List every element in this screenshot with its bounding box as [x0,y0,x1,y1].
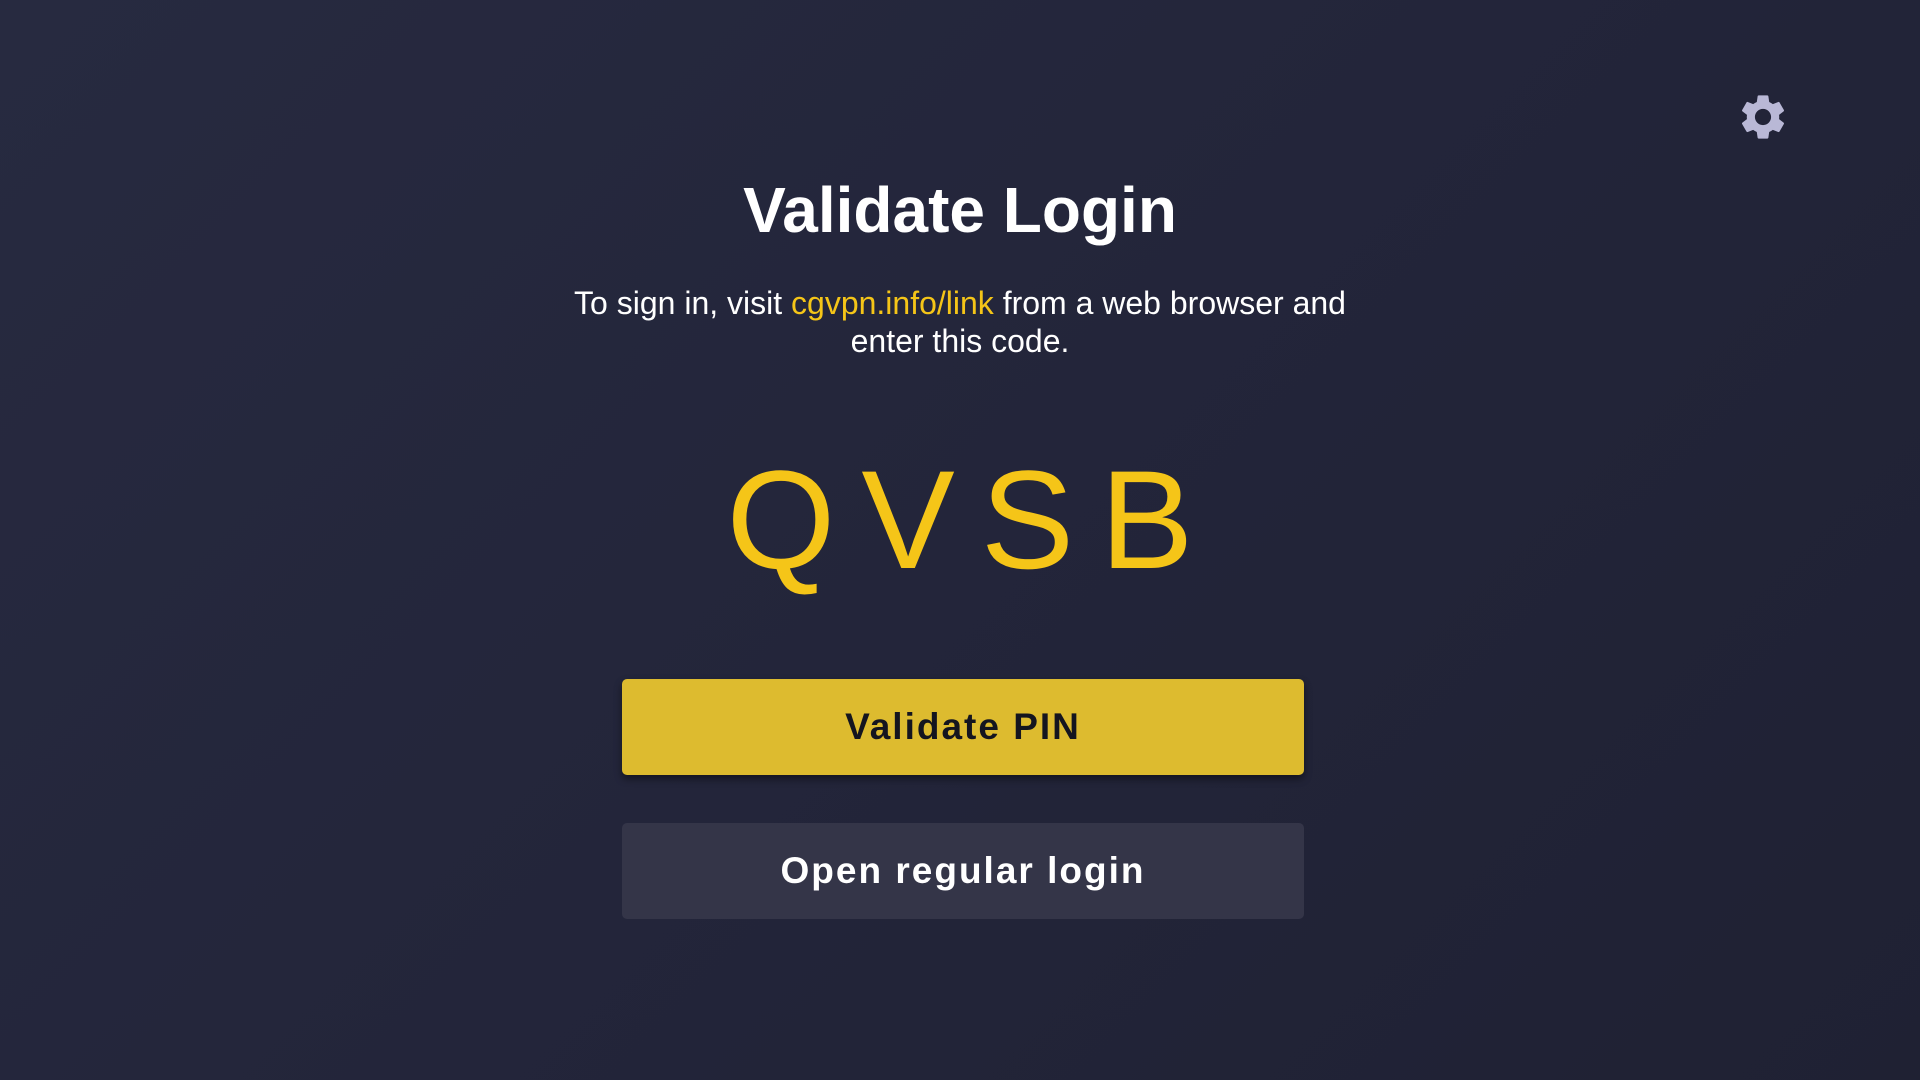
open-regular-login-button[interactable]: Open regular login [622,823,1304,919]
activation-link[interactable]: cgvpn.info/link [791,285,994,321]
page-title: Validate Login [743,174,1177,246]
settings-button[interactable] [1734,90,1792,148]
instructions-text: To sign in, visit cgvpn.info/link from a… [560,284,1360,360]
gear-icon [1736,90,1790,149]
pin-code: QVSB [726,441,1220,598]
instructions-prefix: To sign in, visit [574,285,792,321]
validate-pin-button[interactable]: Validate PIN [622,679,1304,775]
